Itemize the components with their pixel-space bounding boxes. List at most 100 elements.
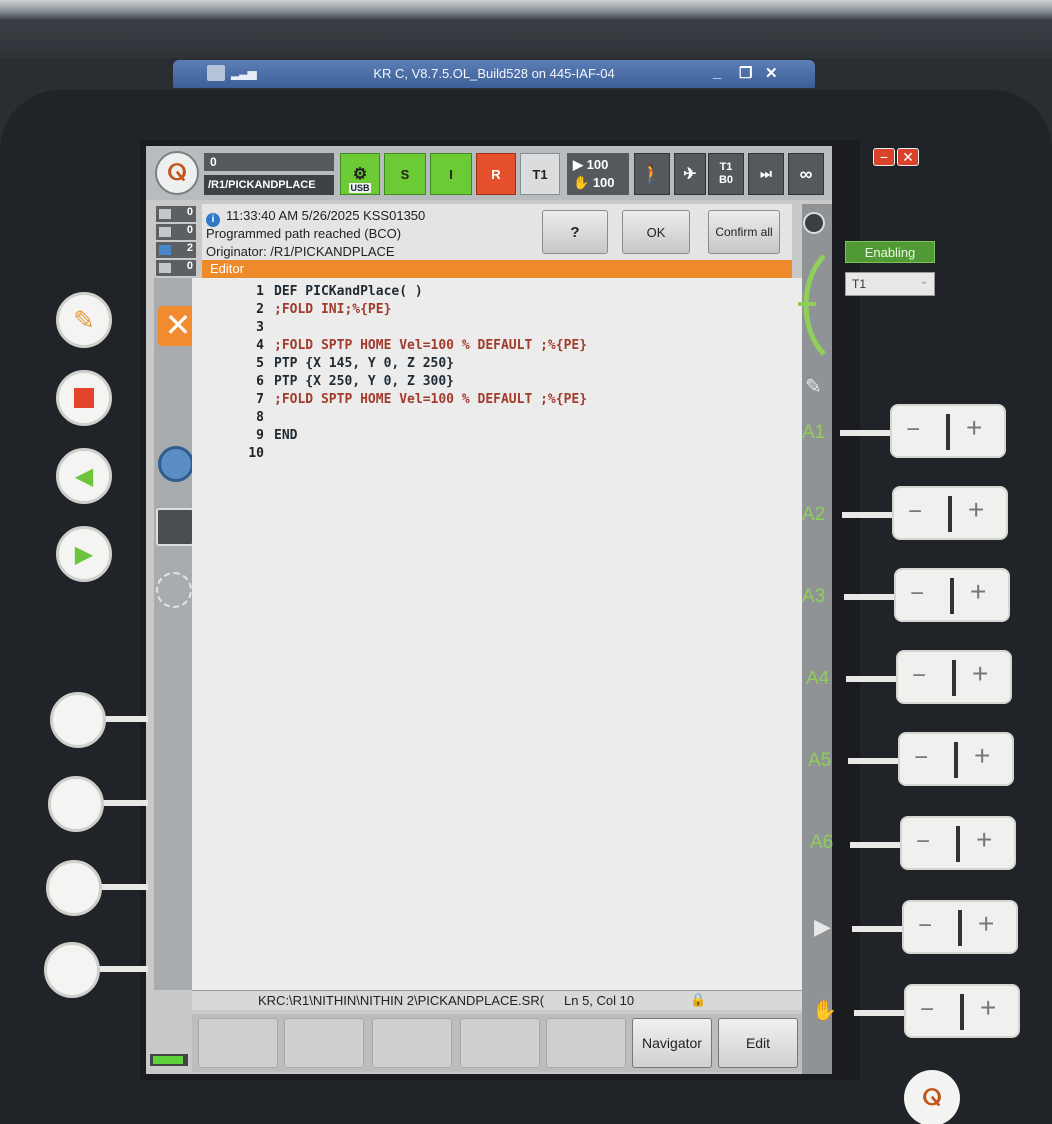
globe-icon[interactable] bbox=[803, 212, 825, 234]
file-path: KRC:\R1\NITHIN\NITHIN 2\PICKANDPLACE.SR( bbox=[258, 993, 545, 1008]
pendant-close-key[interactable]: ✕ bbox=[897, 148, 919, 166]
code-line[interactable]: 4 ;FOLD SPTP HOME Vel=100 % DEFAULT ;%{PE… bbox=[192, 338, 792, 356]
jog-mouse-icon[interactable] bbox=[794, 250, 834, 360]
rocker-leader bbox=[850, 842, 904, 848]
start-key[interactable]: ▶ bbox=[56, 526, 112, 582]
jog-tool-icon[interactable]: ✎ bbox=[805, 374, 822, 399]
rocker-leader bbox=[842, 512, 896, 518]
user-group-icon[interactable] bbox=[156, 572, 192, 608]
main-menu-key[interactable]: ⵕ bbox=[904, 1070, 960, 1124]
robot-interpreter-status[interactable]: R bbox=[476, 153, 516, 195]
jog-key-a5[interactable]: − + bbox=[898, 732, 1014, 786]
drives-status[interactable]: I bbox=[430, 153, 472, 195]
robot-program-box[interactable]: 0 /R1/PICKANDPLACE bbox=[204, 153, 334, 195]
confirm-all-button[interactable]: Confirm all bbox=[708, 210, 780, 254]
status-message-counter[interactable]: 0 bbox=[156, 224, 196, 240]
message-counters[interactable]: 0 0 2 0 bbox=[156, 204, 196, 286]
code-line[interactable]: 8 bbox=[192, 410, 792, 428]
code-line[interactable]: 5 PTP {X 145, Y 0, Z 250} bbox=[192, 356, 792, 374]
info-message-counter[interactable]: 2 bbox=[156, 242, 196, 258]
rocker-leader bbox=[854, 1010, 908, 1016]
operating-mode-status[interactable]: T1 bbox=[520, 153, 560, 195]
cursor-position: Ln 5, Col 10 bbox=[564, 993, 635, 1008]
softkey-3[interactable] bbox=[372, 1018, 452, 1068]
stop-icon bbox=[74, 388, 94, 408]
softkey-5[interactable] bbox=[546, 1018, 626, 1068]
hw-key-1[interactable] bbox=[50, 692, 106, 748]
chevron-down-icon: ⌄ bbox=[919, 276, 928, 287]
softkey-bar: Navigator Edit bbox=[192, 1014, 802, 1072]
robot-logo-icon: ⵕ bbox=[922, 1085, 942, 1110]
clock-icon[interactable] bbox=[156, 508, 194, 546]
info-icon: i bbox=[206, 213, 220, 227]
softkey-4[interactable] bbox=[460, 1018, 540, 1068]
close-window-button[interactable]: ✕ bbox=[765, 64, 778, 82]
edit-button[interactable]: Edit bbox=[718, 1018, 798, 1068]
code-line[interactable]: 7 ;FOLD SPTP HOME Vel=100 % DEFAULT ;%{PE… bbox=[192, 392, 792, 410]
override-key-program[interactable]: − + bbox=[902, 900, 1018, 954]
pencil-icon: ✎ bbox=[73, 304, 95, 335]
axis-label-a2: A2 bbox=[802, 504, 826, 525]
mode-select[interactable]: T1 ⌄ bbox=[845, 272, 935, 296]
hw-key-leader bbox=[98, 884, 148, 890]
loop-status[interactable]: ∞ bbox=[788, 153, 824, 195]
robot-logo-icon: ⵕ bbox=[167, 160, 187, 185]
code-line[interactable]: 6 PTP {X 250, Y 0, Z 300} bbox=[192, 374, 792, 392]
restore-button[interactable]: ❐ bbox=[739, 64, 752, 82]
override-status[interactable]: ▶ 100 ✋ 100 bbox=[567, 153, 629, 195]
hw-key-4[interactable] bbox=[44, 942, 100, 998]
rocker-leader bbox=[846, 676, 900, 682]
axis-label-a1: A1 bbox=[802, 422, 826, 443]
info-counter-icon bbox=[159, 245, 171, 255]
submit-interpreter-status[interactable]: S bbox=[384, 153, 426, 195]
triangle-right-icon: ▶ bbox=[74, 540, 94, 568]
jog-key-a6[interactable]: − + bbox=[900, 816, 1016, 870]
message-window[interactable]: i 11:33:40 AM 5/26/2025 KSS01350 Programm… bbox=[202, 204, 792, 264]
program-run-mode-icon[interactable]: 🚶 bbox=[634, 153, 670, 195]
enabling-indicator: Enabling bbox=[845, 241, 935, 263]
hw-key-2[interactable] bbox=[48, 776, 104, 832]
ok-button[interactable]: OK bbox=[622, 210, 690, 254]
hand-icon: ✋ bbox=[812, 1000, 837, 1022]
minimize-button[interactable]: _ bbox=[713, 64, 721, 81]
axis-label-a3: A3 bbox=[802, 586, 826, 607]
navigator-button[interactable]: Navigator bbox=[632, 1018, 712, 1068]
monitor-top-edge bbox=[0, 0, 1052, 58]
start-backward-key[interactable]: ◀ bbox=[56, 448, 112, 504]
axis-label-a6: A6 bbox=[810, 832, 834, 853]
edit-key[interactable]: ✎ bbox=[56, 292, 112, 348]
dialog-message-counter[interactable]: 0 bbox=[156, 260, 196, 276]
jog-key-a2[interactable]: − + bbox=[892, 486, 1008, 540]
hw-key-3[interactable] bbox=[46, 860, 102, 916]
hw-key-leader bbox=[100, 800, 148, 806]
status-bar: ⵕ 0 /R1/PICKANDPLACE ⚙ USB S I R T1 ▶ 10… bbox=[146, 146, 832, 200]
code-line[interactable]: 10 bbox=[192, 446, 792, 464]
settings-gear-icon[interactable] bbox=[158, 446, 194, 482]
jog-key-a4[interactable]: − + bbox=[896, 650, 1012, 704]
stop-key[interactable] bbox=[56, 370, 112, 426]
main-menu-button[interactable]: ⵕ bbox=[155, 151, 199, 195]
battery-icon bbox=[148, 1052, 190, 1068]
submit-status-usb[interactable]: ⚙ USB bbox=[340, 153, 380, 195]
ack-icon bbox=[159, 209, 171, 219]
help-button[interactable]: ? bbox=[542, 210, 608, 254]
ack-message-counter[interactable]: 0 bbox=[156, 206, 196, 222]
jog-key-a1[interactable]: − + bbox=[890, 404, 1006, 458]
softkey-1[interactable] bbox=[198, 1018, 278, 1068]
jog-mode-icon[interactable]: ✈ bbox=[674, 153, 706, 195]
usb-label: USB bbox=[349, 183, 371, 193]
tool-base-status[interactable]: T1 B0 bbox=[708, 153, 744, 195]
override-key-jog[interactable]: − + bbox=[904, 984, 1020, 1038]
code-line[interactable]: 9 END bbox=[192, 428, 792, 446]
code-line[interactable]: 3 bbox=[192, 320, 792, 338]
robot-number: 0 bbox=[204, 153, 334, 171]
incremental-jog-icon[interactable]: ⏭ bbox=[748, 153, 784, 195]
softkey-2[interactable] bbox=[284, 1018, 364, 1068]
code-editor[interactable]: 1 DEF PICKandPlace( ) 2 ;FOLD INI;%{PE} 3 … bbox=[192, 278, 802, 992]
window-title-bar: ▂▃▅ KR C, V8.7.5.OL_Build528 on 445-IAF-… bbox=[173, 60, 815, 88]
code-line[interactable]: 1 DEF PICKandPlace( ) bbox=[192, 284, 792, 302]
jog-key-a3[interactable]: − + bbox=[894, 568, 1010, 622]
program-override: ▶ 100 bbox=[573, 157, 609, 172]
pendant-minimize-key[interactable]: − bbox=[873, 148, 895, 166]
code-line[interactable]: 2 ;FOLD INI;%{PE} bbox=[192, 302, 792, 320]
